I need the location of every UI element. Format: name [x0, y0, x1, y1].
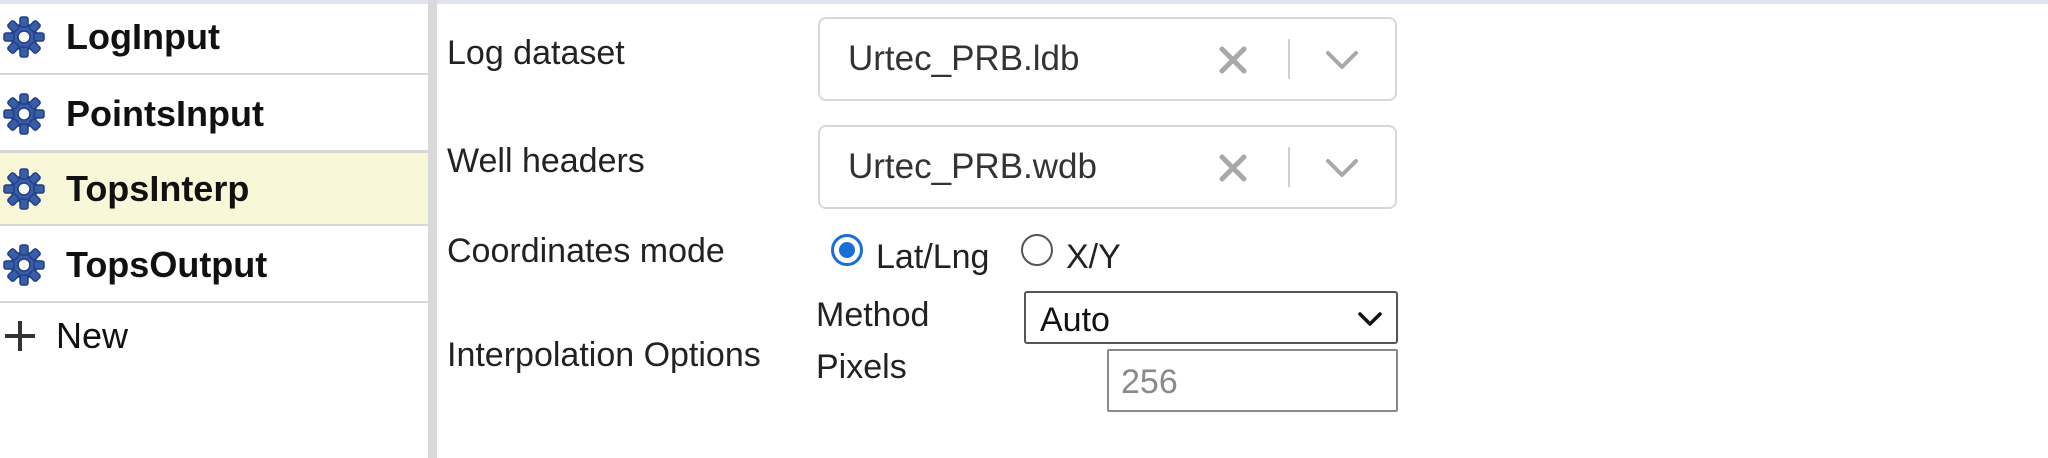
well-headers-select[interactable]: Urtec_PRB.wdb	[818, 125, 1397, 209]
panel-splitter[interactable]	[428, 0, 437, 458]
new-button-label: New	[56, 315, 129, 356]
sidebar-item-label: PointsInput	[66, 92, 264, 134]
sidebar: LogInput PointsInput TopsInterp TopsOutp…	[0, 0, 428, 458]
pixels-input[interactable]: 256	[1107, 349, 1398, 412]
separator	[1288, 147, 1290, 187]
chevron-down-icon[interactable]	[1322, 45, 1362, 75]
sidebar-item-loginput[interactable]: LogInput	[0, 0, 428, 75]
sidebar-item-topsinterp[interactable]: TopsInterp	[0, 151, 428, 226]
sidebar-item-pointsinput[interactable]: PointsInput	[0, 77, 428, 152]
gear-icon	[3, 243, 45, 286]
log-dataset-select[interactable]: Urtec_PRB.ldb	[818, 17, 1397, 101]
clear-icon[interactable]	[1216, 151, 1250, 185]
new-button[interactable]: New	[0, 304, 428, 368]
well-headers-label: Well headers	[447, 142, 645, 180]
chevron-down-icon	[1358, 312, 1382, 326]
interpolation-options-label: Interpolation Options	[447, 336, 761, 374]
sidebar-item-label: TopsOutput	[66, 243, 268, 285]
chevron-down-icon[interactable]	[1322, 153, 1362, 183]
method-value: Auto	[1040, 301, 1110, 339]
sidebar-item-label: TopsInterp	[66, 167, 250, 209]
log-dataset-label: Log dataset	[447, 34, 625, 72]
radio-xy[interactable]	[1021, 234, 1053, 266]
pixels-label: Pixels	[816, 348, 907, 386]
sidebar-item-topsoutput[interactable]: TopsOutput	[0, 228, 428, 303]
log-dataset-value: Urtec_PRB.ldb	[848, 39, 1080, 78]
radio-latlng-label[interactable]: Lat/Lng	[876, 238, 989, 277]
separator	[1288, 39, 1290, 79]
pixels-placeholder: 256	[1121, 363, 1178, 401]
gear-icon	[3, 15, 45, 58]
clear-icon[interactable]	[1216, 43, 1250, 77]
well-headers-value: Urtec_PRB.wdb	[848, 147, 1097, 186]
radio-latlng[interactable]	[831, 234, 863, 266]
method-label: Method	[816, 296, 930, 334]
plus-icon	[5, 321, 35, 351]
coordinates-mode-label: Coordinates mode	[447, 232, 725, 270]
gear-icon	[3, 167, 45, 210]
radio-xy-label[interactable]: X/Y	[1066, 238, 1121, 277]
method-select[interactable]: Auto	[1024, 291, 1398, 344]
gear-icon	[3, 92, 45, 135]
sidebar-item-label: LogInput	[66, 15, 220, 57]
